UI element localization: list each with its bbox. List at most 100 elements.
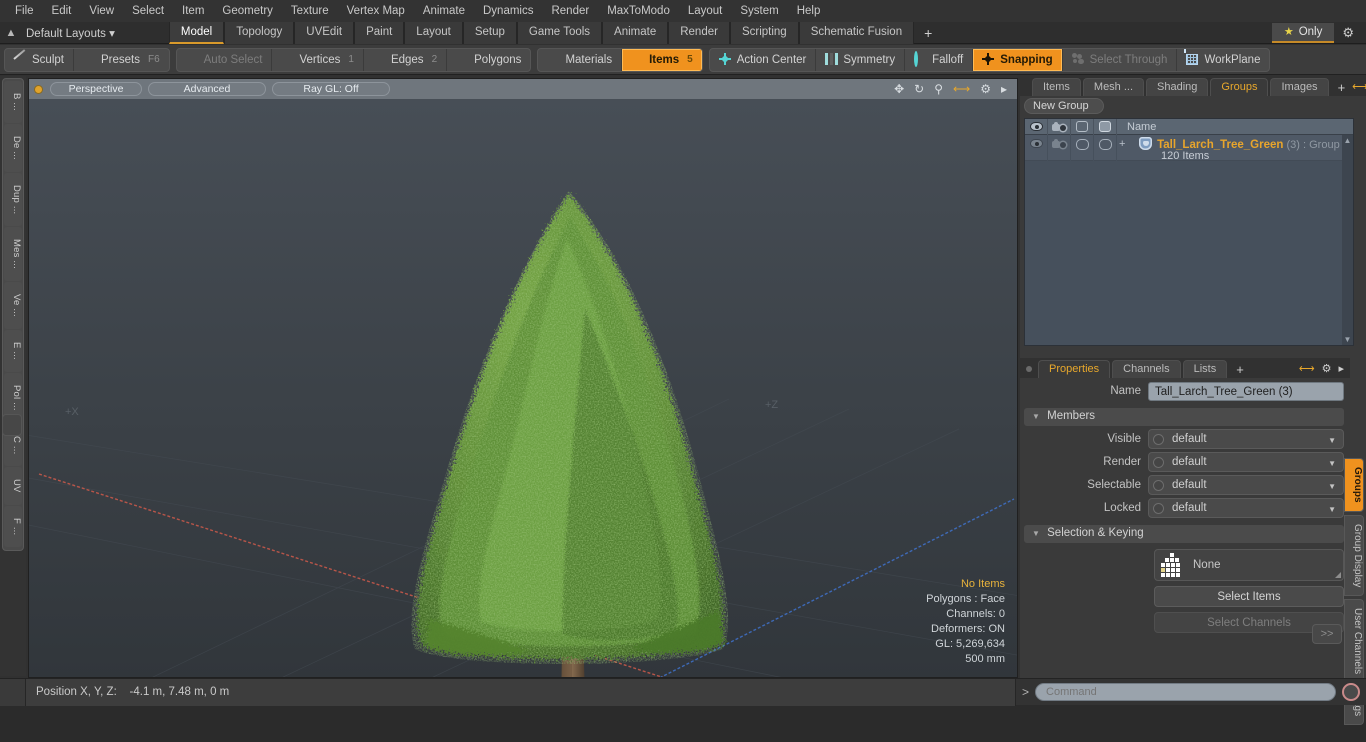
tab-channels[interactable]: Channels — [1112, 360, 1181, 378]
row-shaded-toggle[interactable] — [1094, 135, 1117, 161]
add-layout-tab-button[interactable]: + — [914, 23, 942, 43]
left-tab-mesh-edit[interactable]: Mes ... — [4, 227, 22, 282]
record-icon[interactable] — [1342, 683, 1360, 701]
locked-state-knob[interactable] — [1153, 502, 1164, 514]
keying-selector[interactable]: None — [1154, 549, 1344, 581]
shaded-column-header[interactable] — [1094, 118, 1117, 135]
row-name-cell[interactable]: + Tall_Larch_Tree_Green (3) : Group 120 … — [1117, 135, 1353, 162]
tab-render[interactable]: Render — [668, 21, 730, 44]
symmetry-button[interactable]: Symmetry — [816, 48, 906, 71]
right-tab-user-channels[interactable]: User Channels — [1344, 598, 1364, 684]
tab-model[interactable]: Model — [168, 21, 225, 44]
render-column-header[interactable] — [1048, 118, 1071, 135]
selectable-state-knob[interactable] — [1153, 479, 1164, 491]
panel-menu-dot-icon[interactable] — [1026, 366, 1032, 372]
polygons-button[interactable]: Polygons — [447, 49, 530, 71]
chevron-right-icon[interactable]: ▸ — [1338, 362, 1344, 375]
layout-preset-selector[interactable]: Default Layouts ▾ — [22, 26, 123, 40]
visibility-column-header[interactable] — [1025, 118, 1048, 135]
gear-icon[interactable]: ⚙ — [980, 82, 991, 96]
menu-item-vertex-map[interactable]: Vertex Map — [338, 2, 414, 20]
action-center-button[interactable]: Action Center — [710, 48, 817, 71]
menu-item-help[interactable]: Help — [788, 2, 830, 20]
right-tab-group-display[interactable]: Group Display — [1344, 514, 1364, 596]
sculpt-button[interactable]: Sculpt — [5, 48, 74, 71]
items-button[interactable]: Items 5 — [622, 48, 702, 71]
tab-mesh[interactable]: Mesh ... — [1082, 78, 1145, 96]
menu-item-layout[interactable]: Layout — [679, 2, 732, 20]
tab-paint[interactable]: Paint — [354, 21, 405, 44]
3d-viewport[interactable]: Perspective Advanced Ray GL: Off ✥ ↻ ⚲ ⟷… — [28, 78, 1018, 678]
new-group-button[interactable]: New Group — [1024, 98, 1104, 114]
tab-properties[interactable]: Properties — [1038, 360, 1111, 378]
workplane-button[interactable]: WorkPlane — [1177, 49, 1269, 71]
auto-select-button[interactable]: Auto Select — [177, 48, 273, 71]
home-icon[interactable]: ▲ — [0, 27, 22, 39]
more-options-button[interactable]: >> — [1312, 624, 1342, 644]
gear-icon[interactable]: ⚙ — [1334, 25, 1362, 41]
add-panel-tab-button[interactable]: + — [1331, 80, 1353, 96]
wireframe-column-header[interactable] — [1071, 118, 1094, 135]
snapping-button[interactable]: Snapping — [973, 48, 1063, 71]
menu-item-texture[interactable]: Texture — [282, 2, 338, 20]
menu-item-view[interactable]: View — [80, 2, 123, 20]
selection-keying-section-header[interactable]: ▼ Selection & Keying — [1024, 525, 1344, 543]
row-wireframe-toggle[interactable] — [1071, 135, 1094, 161]
gear-icon[interactable]: ⚙ — [1322, 362, 1332, 375]
render-state-knob[interactable] — [1153, 456, 1164, 468]
menu-item-select[interactable]: Select — [123, 2, 173, 20]
groups-list-empty-area[interactable] — [1025, 161, 1353, 343]
groups-list-scrollbar[interactable]: ▲ ▼ — [1342, 135, 1353, 345]
materials-button[interactable]: Materials — [538, 48, 623, 71]
only-toggle-button[interactable]: ★ Only — [1271, 22, 1335, 43]
right-tab-groups[interactable]: Groups — [1344, 458, 1364, 512]
falloff-button[interactable]: Falloff — [905, 48, 974, 71]
members-section-header[interactable]: ▼ Members — [1024, 408, 1344, 426]
zoom-icon[interactable]: ⚲ — [934, 82, 943, 96]
tab-images[interactable]: Images — [1270, 78, 1329, 96]
groups-list[interactable]: Name + Tall_Larch_Tree_Green (3) : Group… — [1024, 118, 1354, 346]
tab-game-tools[interactable]: Game Tools — [516, 21, 603, 44]
menu-item-render[interactable]: Render — [542, 2, 598, 20]
render-dropdown[interactable]: default ▼ — [1148, 452, 1344, 472]
menu-item-animate[interactable]: Animate — [414, 2, 474, 20]
tab-lists[interactable]: Lists — [1182, 360, 1228, 378]
command-input[interactable] — [1035, 683, 1336, 701]
row-visibility-toggle[interactable] — [1025, 135, 1048, 161]
select-through-button[interactable]: Select Through — [1063, 48, 1178, 71]
menu-item-maxtomodo[interactable]: MaxToModo — [598, 2, 679, 20]
visible-state-knob[interactable] — [1153, 433, 1164, 445]
edges-button[interactable]: Edges 2 — [364, 48, 448, 71]
left-tab-uv[interactable]: UV — [4, 467, 22, 505]
group-name-input[interactable]: Tall_Larch_Tree_Green (3) — [1148, 381, 1344, 401]
tab-items[interactable]: Items — [1032, 78, 1081, 96]
locked-dropdown[interactable]: default ▼ — [1148, 498, 1344, 518]
viewport-raygl-selector[interactable]: Ray GL: Off — [272, 82, 390, 96]
left-rail-extra-button[interactable] — [2, 414, 22, 436]
presets-button[interactable]: Presets F6 — [74, 49, 169, 71]
menu-item-dynamics[interactable]: Dynamics — [474, 2, 542, 20]
vertices-button[interactable]: Vertices 1 — [272, 48, 364, 71]
tab-scripting[interactable]: Scripting — [729, 21, 799, 44]
viewport-projection-selector[interactable]: Perspective — [50, 82, 142, 96]
expand-icon[interactable]: ⟷ — [953, 82, 970, 96]
left-tab-duplicate[interactable]: Dup ... — [4, 172, 22, 227]
row-render-toggle[interactable] — [1048, 135, 1071, 161]
left-tab-fusion[interactable]: F ... — [4, 505, 22, 547]
left-tab-vertex[interactable]: Ve ... — [4, 282, 22, 329]
tab-layout[interactable]: Layout — [404, 21, 463, 44]
select-items-button[interactable]: Select Items — [1154, 586, 1344, 607]
menu-item-geometry[interactable]: Geometry — [213, 2, 282, 20]
tab-animate[interactable]: Animate — [602, 21, 669, 44]
expand-icon[interactable]: ⟷ — [1299, 362, 1315, 375]
viewport-canvas[interactable]: X Y Z +X +Z No Items Polygons : Face Cha… — [29, 99, 1017, 677]
play-icon[interactable]: ▸ — [1001, 82, 1007, 96]
selectable-dropdown[interactable]: default ▼ — [1148, 475, 1344, 495]
tab-uvedit[interactable]: UVEdit — [294, 21, 355, 44]
menu-item-item[interactable]: Item — [173, 2, 213, 20]
scroll-up-icon[interactable]: ▲ — [1342, 135, 1353, 146]
viewport-shading-selector[interactable]: Advanced — [148, 82, 266, 96]
menu-item-system[interactable]: System — [731, 2, 787, 20]
menu-item-file[interactable]: File — [6, 2, 43, 20]
tab-shading[interactable]: Shading — [1146, 78, 1209, 96]
